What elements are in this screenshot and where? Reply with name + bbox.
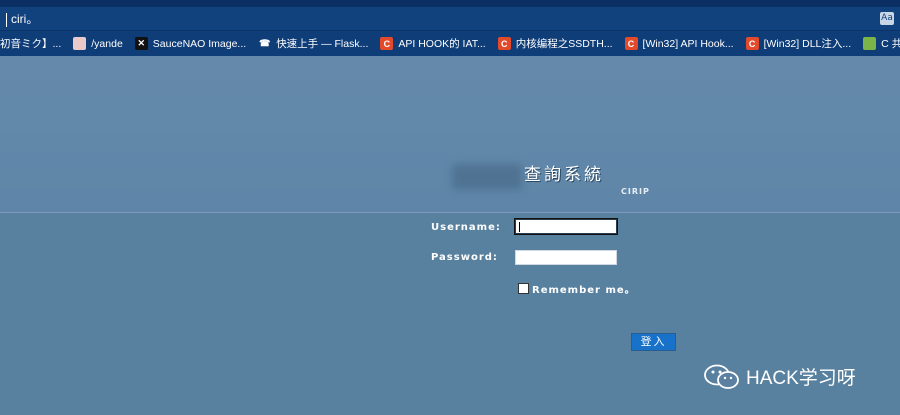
translate-icon[interactable]: Aa (880, 12, 894, 25)
watermark: HACK学习呀 (704, 363, 856, 390)
remember-me[interactable]: Remember me。 (518, 281, 636, 296)
bookmark-item[interactable]: 初音ミク】... (0, 36, 61, 51)
phone-icon: ☎ (259, 38, 271, 48)
bookmarks-bar: 初音ミク】... /yande ✕ SauceNAO Image... ☎ 快速上手… (0, 31, 900, 56)
bookmark-item[interactable]: ✕ SauceNAO Image... (134, 37, 247, 50)
page-subtitle: CIRIP (621, 187, 650, 196)
bookmark-label: [Win32] API Hook... (642, 37, 734, 50)
c-icon: C (624, 37, 638, 50)
anime-icon (73, 37, 87, 50)
x-icon: ✕ (134, 37, 148, 50)
page-title: 查詢系統 (524, 165, 604, 185)
wechat-icon (704, 364, 739, 389)
watermark-text: HACK学习呀 (746, 368, 856, 389)
bookmark-label: 初音ミク】... (0, 38, 62, 50)
bookmark-label: C 共用体 | 菜鸟教程 (881, 38, 900, 50)
login-page: 查詢系統 查詢系統 CIRIP Username: Password: Reme… (0, 56, 900, 415)
address-bar[interactable]: ciri。 Aa (0, 7, 900, 31)
c-icon: C (380, 37, 394, 50)
bookmark-label: /yande (91, 37, 123, 50)
bookmark-item[interactable]: C API HOOK的 IAT... (380, 36, 486, 51)
bookmark-label: SauceNAO Image... (152, 37, 247, 50)
bookmark-item[interactable]: C [Win32] API Hook... (624, 37, 734, 50)
bookmark-item[interactable]: ☎ 快速上手 — Flask... (258, 36, 368, 51)
runoob-icon (863, 37, 877, 50)
username-label: Username: (431, 222, 501, 233)
username-input[interactable] (514, 218, 618, 235)
bookmark-item[interactable]: C 共用体 | 菜鸟教程 (863, 36, 900, 51)
divider (0, 212, 900, 213)
login-button[interactable]: 登入 (631, 333, 676, 351)
remember-label: Remember me。 (532, 285, 636, 296)
bookmark-item[interactable]: /yande (73, 37, 123, 50)
remember-checkbox[interactable] (518, 283, 529, 294)
bookmark-label: 快速上手 — Flask... (276, 38, 369, 50)
password-label: Password: (431, 252, 498, 263)
title-reflection: 查詢系統 (524, 175, 604, 180)
bookmark-label: API HOOK的 IAT... (398, 38, 486, 50)
address-text: ciri。 (11, 12, 39, 26)
bookmark-label: [Win32] DLL注入... (763, 38, 852, 50)
text-caret (6, 12, 7, 27)
password-input[interactable] (515, 250, 617, 265)
blurred-logo (452, 164, 522, 190)
c-icon: C (745, 37, 759, 50)
address-input[interactable]: ciri。 (6, 10, 38, 27)
text-caret (519, 222, 520, 232)
c-icon: C (497, 37, 511, 50)
bookmark-item[interactable]: C 内核编程之SSDTH... (497, 36, 613, 51)
browser-titlebar (0, 0, 900, 7)
bookmark-label: 内核编程之SSDTH... (515, 38, 613, 50)
bookmark-item[interactable]: C [Win32] DLL注入... (745, 36, 852, 51)
